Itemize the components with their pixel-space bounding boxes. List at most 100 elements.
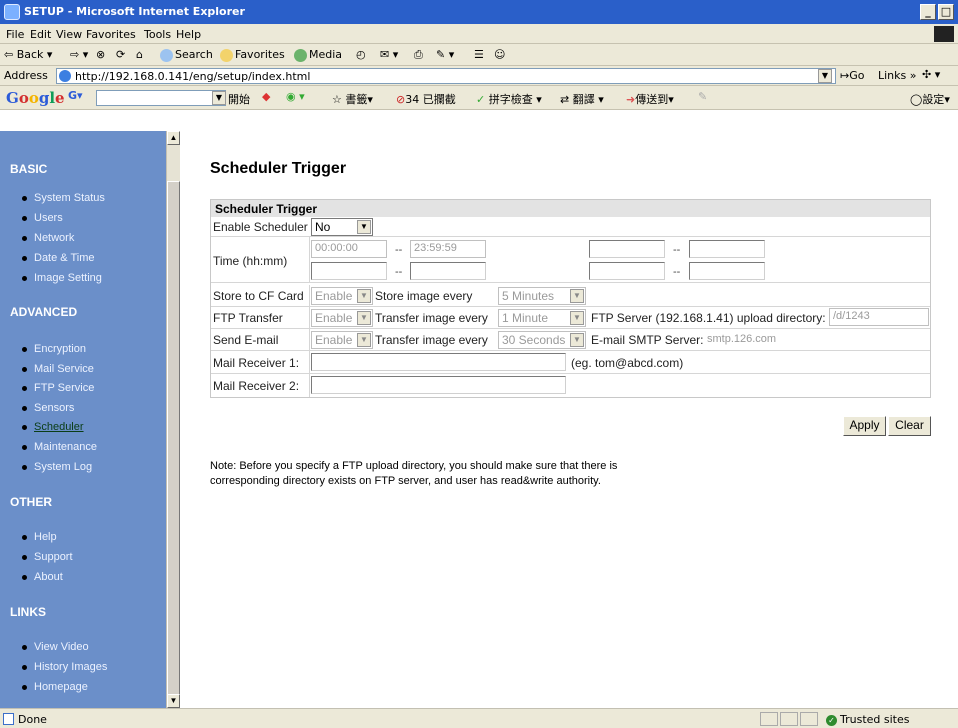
links-label: Links	[878, 69, 907, 82]
time-end-4[interactable]	[689, 262, 765, 280]
go-button[interactable]: ↦Go	[840, 69, 864, 82]
sidebar-item-system-log[interactable]: System Log	[22, 461, 92, 473]
sidebar-item-image-setting[interactable]: Image Setting	[22, 272, 102, 284]
forward-button[interactable]: ⇨ ▾	[70, 48, 88, 61]
sidebar-item-about[interactable]: About	[22, 571, 63, 583]
sidebar-item-ftp-service[interactable]: FTP Service	[22, 382, 94, 394]
sidebar-item-homepage[interactable]: Homepage	[22, 681, 88, 693]
ftp-select[interactable]: Enable ▼	[311, 309, 373, 327]
note-line-2: corresponding directory exists on FTP se…	[210, 475, 601, 487]
minimize-button[interactable]: _	[920, 4, 936, 20]
email-every-select[interactable]: 30 Seconds ▼	[498, 331, 586, 349]
time-start-1[interactable]: 00:00:00	[311, 240, 387, 258]
scroll-up-icon[interactable]: ▲	[167, 131, 180, 145]
menu-help[interactable]: Help	[176, 28, 201, 41]
menu-view[interactable]: View	[56, 28, 82, 41]
scroll-down-icon[interactable]: ▼	[167, 694, 180, 708]
mail-receiver-2-row: Mail Receiver 2:	[211, 374, 930, 397]
back-button[interactable]: ⇦ Back ▾	[4, 48, 52, 61]
spellcheck-button[interactable]: ✓ 拼字檢查 ▾	[476, 91, 542, 107]
sidebar-item-mail-service[interactable]: Mail Service	[22, 363, 94, 375]
news-icon[interactable]: ◉ ▾	[286, 90, 305, 103]
sidebar-item-sensors[interactable]: Sensors	[22, 402, 74, 414]
sendto-button[interactable]: ➜傳送到▾	[626, 91, 674, 107]
time-end-3[interactable]	[410, 262, 486, 280]
ftp-row: FTP Transfer Enable ▼ Transfer image eve…	[211, 307, 930, 329]
enable-scheduler-select[interactable]: No ▼	[311, 218, 373, 236]
media-button[interactable]: Media	[294, 48, 342, 62]
smtp-label: E-mail SMTP Server:	[591, 333, 704, 347]
sidebar-scrollbar[interactable]: ▲ ▼	[166, 131, 180, 708]
maximize-button[interactable]: □	[938, 4, 954, 20]
ftp-every-select[interactable]: 1 Minute ▼	[498, 309, 586, 327]
sidebar-item-view-video[interactable]: View Video	[22, 641, 89, 653]
bullet-icon	[22, 665, 27, 670]
sidebar-item-date-time[interactable]: Date & Time	[22, 252, 95, 264]
search-site-icon[interactable]: ◆	[262, 90, 270, 103]
sidebar-item-scheduler[interactable]: Scheduler	[22, 421, 84, 433]
go-label: Go	[849, 69, 865, 82]
search-icon	[160, 48, 173, 62]
time-start-4[interactable]	[589, 262, 665, 280]
google-search-input[interactable]	[96, 90, 226, 106]
time-end-1[interactable]: 23:59:59	[410, 240, 486, 258]
sidebar-item-encryption[interactable]: Encryption	[22, 343, 86, 355]
store-cf-row: Store to CF Card Enable ▼ Store image ev…	[211, 285, 930, 307]
translate-button[interactable]: ⇄ 翻譯 ▾	[560, 91, 604, 107]
stop-icon[interactable]: ⊗	[96, 48, 105, 61]
menu-file[interactable]: File	[6, 28, 24, 41]
home-icon[interactable]: ⌂	[136, 48, 143, 61]
clear-button[interactable]: Clear	[888, 416, 931, 436]
mail-icon[interactable]: ✉ ▾	[380, 48, 398, 61]
popup-blocker-button[interactable]: ⊘34 已攔截	[396, 91, 456, 107]
ftp-label: FTP Transfer	[213, 311, 283, 325]
print-icon[interactable]: ⎙	[414, 48, 423, 62]
apply-button[interactable]: Apply	[843, 416, 886, 436]
sidebar-item-history-images[interactable]: History Images	[22, 661, 107, 673]
discuss-icon[interactable]: ☰	[474, 48, 484, 61]
address-input[interactable]: http://192.168.0.141/eng/setup/index.htm…	[56, 68, 836, 84]
google-settings-button[interactable]: ◯設定▾	[910, 91, 950, 107]
history-icon[interactable]: ◴	[356, 48, 366, 61]
translate-bar-icon[interactable]: ✣ ▾	[922, 68, 940, 81]
search-button[interactable]: Search	[160, 48, 213, 62]
sidebar-item-support[interactable]: Support	[22, 551, 73, 563]
store-cf-select[interactable]: Enable ▼	[311, 287, 373, 305]
note-line-1: Note: Before you specify a FTP upload di…	[210, 460, 618, 472]
google-search-dropdown-icon[interactable]: ▼	[212, 91, 226, 105]
time-end-2[interactable]	[689, 240, 765, 258]
refresh-icon[interactable]: ⟳	[116, 48, 125, 61]
scroll-thumb[interactable]	[167, 181, 180, 701]
bookmarks-button[interactable]: ☆ 書籤▾	[332, 91, 373, 107]
email-select[interactable]: Enable ▼	[311, 331, 373, 349]
menu-tools[interactable]: Tools	[144, 28, 171, 41]
messenger-icon[interactable]: ☺	[494, 48, 505, 61]
mail-receiver-1-input[interactable]	[311, 353, 566, 371]
address-dropdown-icon[interactable]: ▼	[818, 69, 832, 83]
google-menu-icon[interactable]: G▾	[68, 89, 83, 102]
sidebar-item-system-status[interactable]: System Status	[22, 192, 105, 204]
bullet-icon	[22, 347, 27, 352]
mail-receiver-2-input[interactable]	[311, 376, 566, 394]
store-every-value: 5 Minutes	[502, 289, 555, 303]
favorites-button[interactable]: Favorites	[220, 48, 285, 62]
bullet-icon	[22, 575, 27, 580]
edit-icon[interactable]: ✎ ▾	[436, 48, 454, 61]
links-button[interactable]: Links »	[878, 69, 917, 82]
email-every-value: 30 Seconds	[502, 333, 566, 347]
window-title: SETUP - Microsoft Internet Explorer	[24, 5, 245, 18]
time-row: Time (hh:mm) 00:00:00 -- 23:59:59 -- -- …	[211, 237, 930, 283]
time-start-2[interactable]	[589, 240, 665, 258]
sidebar-item-help[interactable]: Help	[22, 531, 57, 543]
menu-favorites[interactable]: Favorites	[86, 28, 136, 41]
chevron-down-icon: ▼	[357, 220, 371, 234]
sidebar-item-users[interactable]: Users	[22, 212, 63, 224]
highlighter-icon[interactable]: ✎	[698, 90, 707, 103]
menu-edit[interactable]: Edit	[30, 28, 51, 41]
ftp-directory-input[interactable]: /d/1243	[829, 308, 929, 326]
google-start-button[interactable]: 開始	[228, 91, 250, 107]
store-every-select[interactable]: 5 Minutes ▼	[498, 287, 586, 305]
sidebar-item-maintenance[interactable]: Maintenance	[22, 441, 97, 453]
time-start-3[interactable]	[311, 262, 387, 280]
sidebar-item-network[interactable]: Network	[22, 232, 74, 244]
